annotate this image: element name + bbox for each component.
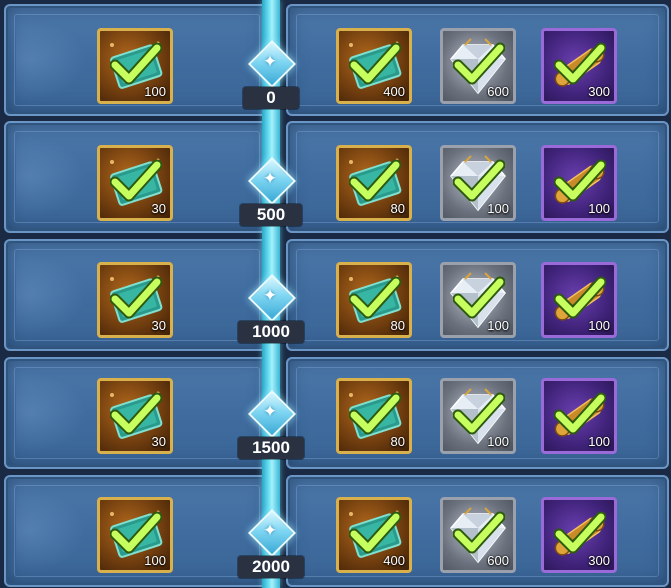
reward-amount: 100	[144, 553, 166, 568]
claimed-check-icon	[554, 392, 606, 435]
reward-scroll-slot[interactable]: 300	[541, 28, 617, 104]
reward-amount: 30	[151, 201, 166, 216]
reward-scroll-slot[interactable]: 100	[541, 378, 617, 454]
claimed-check-icon	[453, 42, 505, 85]
reward-ticket-slot[interactable]: 80	[336, 262, 412, 338]
sparkle-icon: ✦	[262, 402, 278, 422]
reward-amount: 400	[383, 84, 405, 99]
reward-ticket-slot[interactable]: 400	[336, 28, 412, 104]
reward-amount: 100	[588, 434, 610, 449]
claimed-check-icon	[110, 159, 162, 202]
claimed-check-icon	[453, 276, 505, 319]
reward-amount: 400	[383, 553, 405, 568]
claimed-check-icon	[349, 276, 401, 319]
claimed-check-icon	[349, 511, 401, 554]
reward-ticket-slot[interactable]: 30	[97, 145, 173, 221]
reward-track-screen: 100 400 600 300 ✦ 0 30 80 100 100 ✦ 500 30 80 100 100 ✦ 1…	[0, 0, 671, 588]
reward-amount: 100	[588, 318, 610, 333]
claimed-check-icon	[349, 42, 401, 85]
tier-threshold-label: 1500	[238, 437, 304, 459]
reward-amount: 600	[487, 553, 509, 568]
tier-threshold-label: 500	[240, 204, 302, 226]
reward-ticket-slot[interactable]: 400	[336, 497, 412, 573]
tier-threshold-label: 2000	[238, 556, 304, 578]
reward-diamond-slot[interactable]: 100	[440, 145, 516, 221]
reward-amount: 30	[151, 434, 166, 449]
reward-amount: 300	[588, 553, 610, 568]
reward-ticket-slot[interactable]: 30	[97, 378, 173, 454]
claimed-check-icon	[554, 42, 606, 85]
reward-amount: 80	[390, 201, 405, 216]
claimed-check-icon	[453, 511, 505, 554]
claimed-check-icon	[349, 392, 401, 435]
claimed-check-icon	[110, 42, 162, 85]
reward-amount: 100	[487, 318, 509, 333]
claimed-check-icon	[453, 392, 505, 435]
reward-diamond-slot[interactable]: 600	[440, 28, 516, 104]
reward-ticket-slot[interactable]: 30	[97, 262, 173, 338]
reward-amount: 80	[390, 318, 405, 333]
tier-threshold-label: 1000	[238, 321, 304, 343]
sparkle-icon: ✦	[262, 286, 278, 306]
reward-amount: 600	[487, 84, 509, 99]
reward-amount: 100	[588, 201, 610, 216]
reward-amount: 100	[144, 84, 166, 99]
claimed-check-icon	[554, 159, 606, 202]
claimed-check-icon	[349, 159, 401, 202]
reward-amount: 30	[151, 318, 166, 333]
claimed-check-icon	[453, 159, 505, 202]
claimed-check-icon	[554, 511, 606, 554]
reward-ticket-slot[interactable]: 100	[97, 497, 173, 573]
reward-diamond-slot[interactable]: 100	[440, 378, 516, 454]
reward-amount: 300	[588, 84, 610, 99]
reward-diamond-slot[interactable]: 100	[440, 262, 516, 338]
sparkle-icon: ✦	[262, 169, 278, 189]
reward-scroll-slot[interactable]: 300	[541, 497, 617, 573]
reward-amount: 80	[390, 434, 405, 449]
reward-amount: 100	[487, 434, 509, 449]
reward-diamond-slot[interactable]: 600	[440, 497, 516, 573]
reward-ticket-slot[interactable]: 80	[336, 145, 412, 221]
reward-ticket-slot[interactable]: 80	[336, 378, 412, 454]
claimed-check-icon	[554, 276, 606, 319]
claimed-check-icon	[110, 276, 162, 319]
tier-threshold-label: 0	[243, 87, 299, 109]
sparkle-icon: ✦	[262, 52, 278, 72]
reward-scroll-slot[interactable]: 100	[541, 262, 617, 338]
reward-scroll-slot[interactable]: 100	[541, 145, 617, 221]
reward-ticket-slot[interactable]: 100	[97, 28, 173, 104]
reward-amount: 100	[487, 201, 509, 216]
sparkle-icon: ✦	[262, 521, 278, 541]
claimed-check-icon	[110, 511, 162, 554]
claimed-check-icon	[110, 392, 162, 435]
